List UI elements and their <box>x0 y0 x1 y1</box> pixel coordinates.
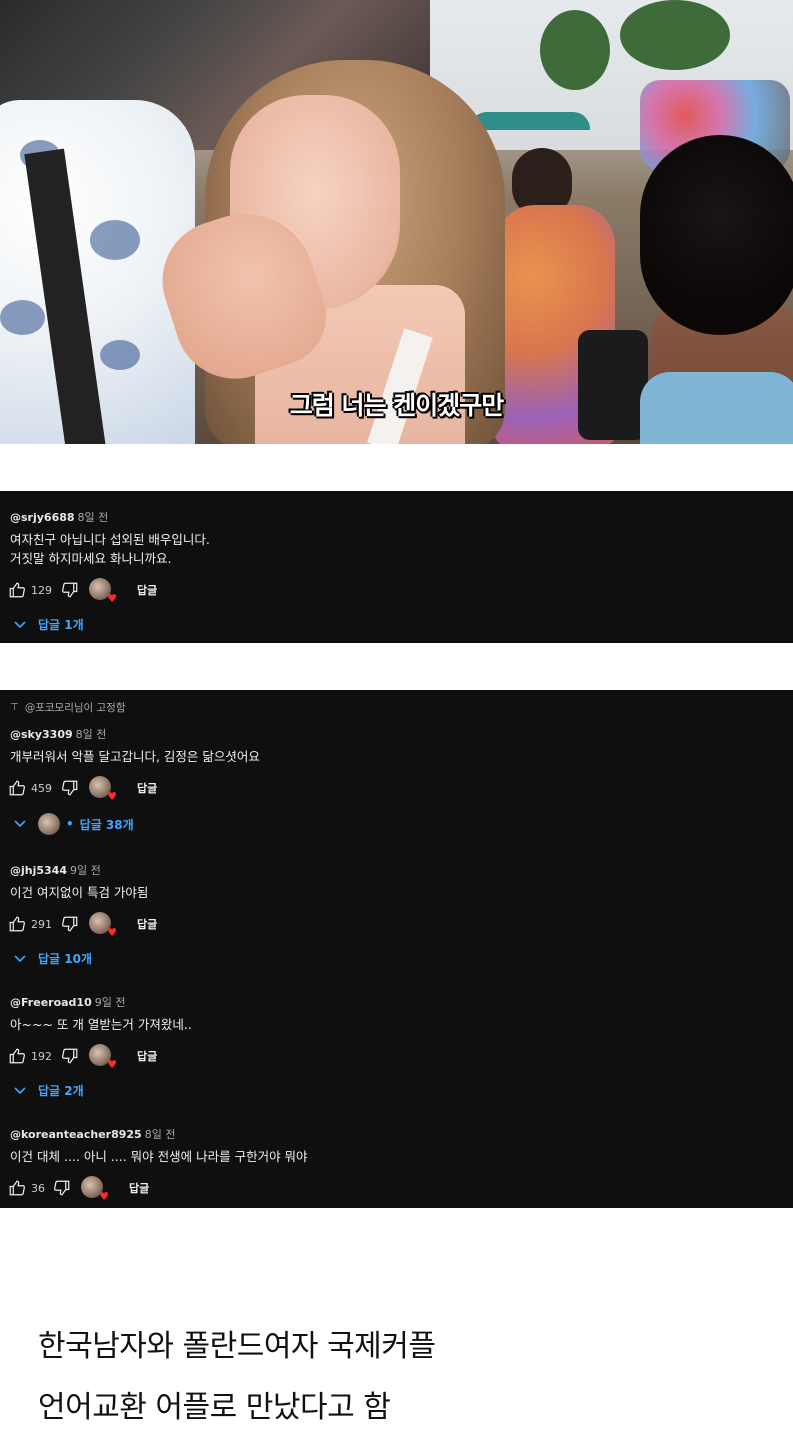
comment-author[interactable]: @Freeroad10 <box>10 996 92 1009</box>
umbrella-image <box>470 112 590 130</box>
comment-text-line: 여자친구 아닙니다 섭외된 배우입니다. <box>10 532 210 547</box>
handbag-image <box>578 330 648 440</box>
creator-heart-badge: ♥ <box>89 912 117 938</box>
comment-time: 8일 전 <box>144 1128 176 1141</box>
pinned-text: @포코모리님이 고정함 <box>24 702 126 714</box>
heart-icon: ♥ <box>107 592 117 605</box>
comment-actions: 129 ♥ 답글 <box>8 578 157 604</box>
video-frame[interactable]: 그럼 너는 켄이겠구만 <box>0 0 793 444</box>
like-count: 459 <box>31 781 52 795</box>
heart-icon: ♥ <box>107 790 117 803</box>
comment-author[interactable]: @srjy6688 <box>10 511 75 524</box>
comment-header: @sky3309 8일 전 <box>10 726 260 742</box>
creator-heart-badge: ♥ <box>89 578 117 604</box>
thumbs-down-icon[interactable] <box>61 779 79 797</box>
comment-author[interactable]: @jhj5344 <box>10 864 67 877</box>
creator-heart-badge: ♥ <box>89 776 117 802</box>
view-replies-button[interactable]: 답글 1개 <box>14 616 84 633</box>
comment-text: 이건 대체 .... 아니 .... 뭐야 전생에 나라를 구한거야 뭐야 <box>10 1149 308 1164</box>
view-replies-button[interactable]: 답글 2개 <box>14 1082 84 1099</box>
comment-time: 9일 전 <box>70 864 101 877</box>
reply-button[interactable]: 답글 <box>137 1048 157 1064</box>
thumbs-up-icon[interactable] <box>8 915 26 933</box>
comment-panel-2: ⊤ @포코모리님이 고정함 @sky3309 8일 전 개부러워서 악플 달고갑니다… <box>0 690 793 1208</box>
thumbs-up-icon[interactable] <box>8 779 26 797</box>
reply-button[interactable]: 답글 <box>137 582 157 598</box>
comment-header: @jhj5344 9일 전 <box>10 862 148 878</box>
replies-count: 답글 1개 <box>38 618 84 632</box>
thumbs-down-icon[interactable] <box>61 1047 79 1065</box>
thumbs-up-icon[interactable] <box>8 1047 26 1065</box>
comment-time: 9일 전 <box>94 996 126 1009</box>
comment-time: 8일 전 <box>77 511 109 524</box>
like-count: 129 <box>31 583 52 597</box>
comment-actions: 291 ♥ 답글 <box>8 912 157 938</box>
comment-actions: 36 ♥ 답글 <box>8 1176 149 1202</box>
comment-text: 아~~~ 또 개 열받는거 가져왔네.. <box>10 1017 192 1032</box>
creator-heart-badge: ♥ <box>81 1176 109 1202</box>
comment-actions: 459 ♥ 답글 <box>8 776 157 802</box>
view-replies-button[interactable]: 답글 10개 <box>14 950 92 967</box>
comment: @jhj5344 9일 전 이건 여지없이 특검 가야됨 <box>10 862 148 903</box>
view-replies-button[interactable]: • 답글 38개 <box>14 813 134 835</box>
heart-icon: ♥ <box>107 1058 117 1071</box>
comment-text-line: 거짓말 하지마세요 화나니까요. <box>10 551 172 566</box>
thumbs-up-icon[interactable] <box>8 1179 26 1197</box>
comment-header: @Freeroad10 9일 전 <box>10 994 192 1010</box>
curly-hair-image <box>640 135 793 335</box>
thumbs-down-icon[interactable] <box>61 915 79 933</box>
replies-count: 답글 38개 <box>79 817 134 832</box>
chevron-down-icon <box>14 954 26 962</box>
comment-author[interactable]: @koreanteacher8925 <box>10 1128 142 1141</box>
tree-image <box>540 10 610 90</box>
pinned-label: ⊤ @포코모리님이 고정함 <box>10 700 126 715</box>
comment-actions: 192 ♥ 답글 <box>8 1044 157 1070</box>
caption-line: 언어교환 어플로 만났다고 함 <box>38 1390 391 1425</box>
comment: @Freeroad10 9일 전 아~~~ 또 개 열받는거 가져왔네.. <box>10 994 192 1035</box>
comment-text: 여자친구 아닙니다 섭외된 배우입니다. 거짓말 하지마세요 화나니까요. <box>10 530 210 569</box>
reply-button[interactable]: 답글 <box>137 916 157 932</box>
comment-header: @koreanteacher8925 8일 전 <box>10 1126 308 1142</box>
comment: @srjy6688 8일 전 여자친구 아닙니다 섭외된 배우입니다. 거짓말 하… <box>10 509 210 569</box>
chevron-down-icon <box>14 820 26 828</box>
chevron-down-icon <box>14 620 26 628</box>
replies-count: 답글 10개 <box>38 952 92 966</box>
reply-button[interactable]: 답글 <box>137 780 157 796</box>
creator-heart-badge: ♥ <box>89 1044 117 1070</box>
comment: @koreanteacher8925 8일 전 이건 대체 .... 아니 ...… <box>10 1126 308 1167</box>
heart-icon: ♥ <box>99 1190 109 1203</box>
tree-image <box>620 0 730 70</box>
comment-panel-1: @srjy6688 8일 전 여자친구 아닙니다 섭외된 배우입니다. 거짓말 하… <box>0 491 793 643</box>
reply-button[interactable]: 답글 <box>129 1180 149 1196</box>
creator-avatar <box>38 813 60 835</box>
thumbs-up-icon[interactable] <box>8 581 26 599</box>
video-subtitle: 그럼 너는 켄이겠구만 <box>289 391 504 420</box>
caption-line: 한국남자와 폴란드여자 국제커플 <box>38 1329 436 1364</box>
comment-header: @srjy6688 8일 전 <box>10 509 210 525</box>
thumbs-down-icon[interactable] <box>61 581 79 599</box>
comment-author[interactable]: @sky3309 <box>10 728 73 741</box>
separator-dot: • <box>66 817 74 831</box>
like-count: 36 <box>31 1181 45 1195</box>
comment-text: 이건 여지없이 특검 가야됨 <box>10 885 149 900</box>
comment-text: 개부러워서 악플 달고갑니다, 김정은 닮으셧어요 <box>10 749 260 764</box>
thumbs-down-icon[interactable] <box>53 1179 71 1197</box>
pin-icon: ⊤ <box>10 702 19 713</box>
heart-icon: ♥ <box>107 926 117 939</box>
replies-count: 답글 2개 <box>38 1084 84 1098</box>
like-count: 291 <box>31 917 52 931</box>
comment: @sky3309 8일 전 개부러워서 악플 달고갑니다, 김정은 닮으셧어요 <box>10 726 260 767</box>
chevron-down-icon <box>14 1086 26 1094</box>
comment-time: 8일 전 <box>75 728 107 741</box>
like-count: 192 <box>31 1049 52 1063</box>
